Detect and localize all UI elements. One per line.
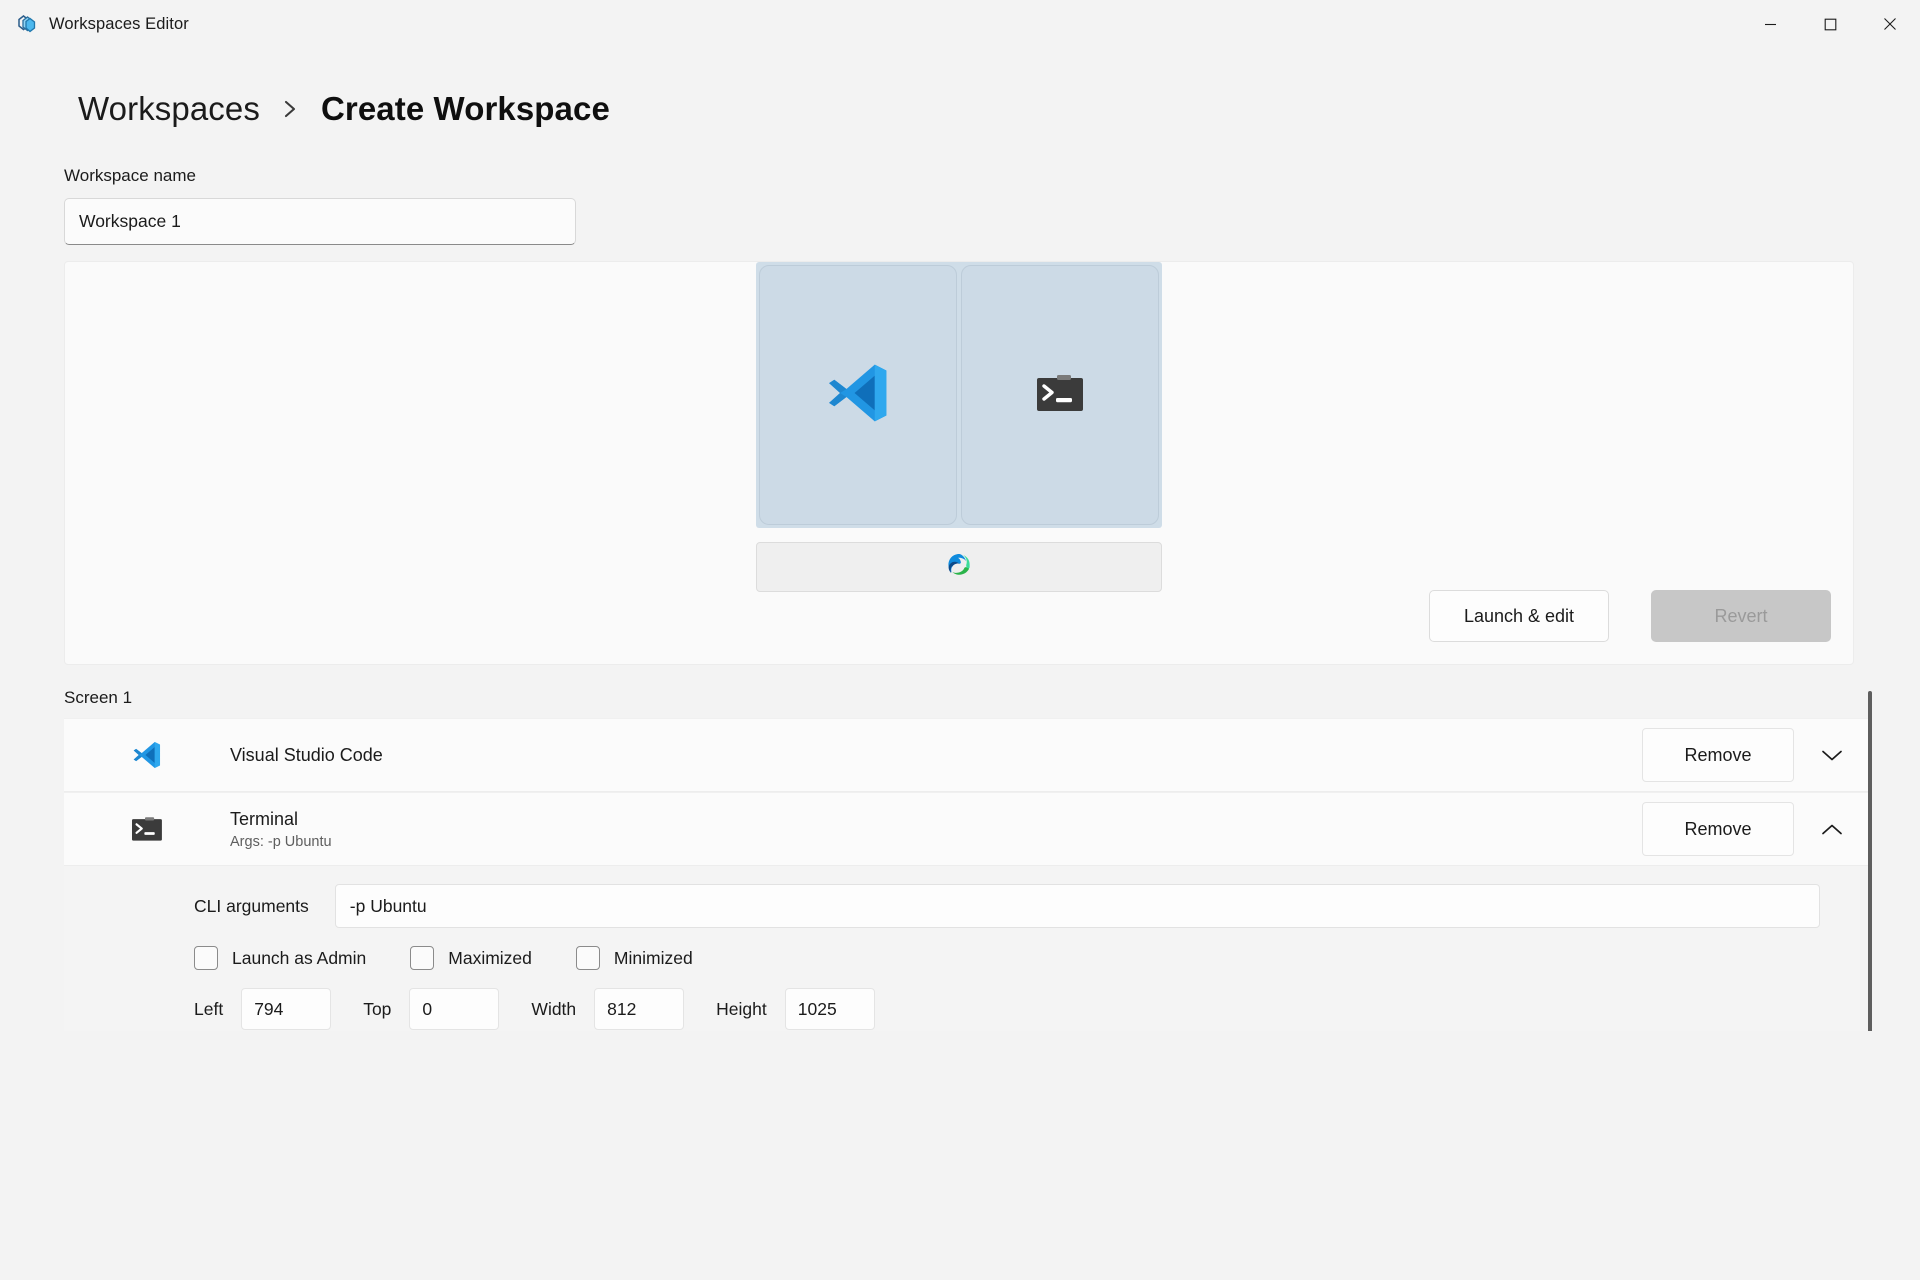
vscode-icon [130,738,164,772]
page-title: Create Workspace [320,90,610,127]
checkbox-1[interactable] [410,946,435,970]
terminal-icon [130,812,164,846]
workspace-name-field-wrap [0,186,1920,245]
checkbox-label: Maximized [448,947,532,968]
position-input[interactable] [784,988,875,1030]
edge-icon [946,552,972,583]
app-title: Terminal [230,809,299,830]
position-label: Top [363,998,392,1019]
position-input[interactable] [409,988,500,1030]
remove-button[interactable]: Remove [1642,802,1794,856]
checkbox-2[interactable] [575,946,600,970]
breadcrumb-root-link[interactable]: Workspaces [78,90,260,128]
preview-windows-row [756,262,1162,528]
position-input[interactable] [594,988,685,1030]
checkbox-group[interactable]: Minimized [575,946,693,970]
app-list-area: Screen 1 Visual Studio Code Remove Terminal… [0,683,1920,1031]
cli-arguments-row: CLI arguments [64,884,1870,928]
app-text: Terminal Args: -p Ubuntu [230,808,332,850]
remove-button[interactable]: Remove [1642,728,1794,782]
preview-tile-vscode[interactable] [759,265,957,525]
checkbox-label: Launch as Admin [232,947,367,968]
position-input[interactable] [241,988,332,1030]
app-row[interactable]: Visual Studio Code Remove [64,718,1870,792]
app-row[interactable]: Terminal Args: -p Ubuntu Remove [64,792,1870,866]
app-title: Visual Studio Code [230,744,383,765]
position-field-group: Left [194,988,332,1030]
position-label: Width [531,998,577,1019]
preview-actions: Launch & edit Revert [1429,590,1831,642]
window-controls [1740,0,1920,48]
app-sections: Screen 1 Visual Studio Code Remove Terminal… [0,683,1920,1031]
app-text: Visual Studio Code [230,744,383,767]
position-field-group: Width [531,988,685,1030]
maximize-button[interactable] [1800,0,1860,48]
position-field-group: Top [363,988,500,1030]
position-label: Height [716,998,767,1019]
workspaces-icon [16,13,38,35]
position-field-group: Height [716,988,875,1030]
workspace-preview-panel: Launch & edit Revert [64,261,1854,665]
workspace-name-input[interactable] [64,198,576,245]
launch-and-edit-button[interactable]: Launch & edit [1429,590,1609,642]
preview-tile-terminal[interactable] [961,265,1159,525]
app-args: Args: -p Ubuntu [230,833,332,850]
revert-button[interactable]: Revert [1651,590,1831,642]
title-bar-left: Workspaces Editor [0,13,189,35]
checkbox-group[interactable]: Launch as Admin [194,946,366,970]
chevron-up-icon[interactable] [1794,802,1870,856]
position-label: Left [194,998,224,1019]
title-bar: Workspaces Editor [0,0,1920,48]
checkbox-label: Minimized [613,947,693,968]
checkbox-0[interactable] [194,946,218,970]
breadcrumb: Workspaces Create Workspace [0,48,1920,128]
close-button[interactable] [1860,0,1920,48]
chevron-right-icon [282,95,299,123]
window-title: Workspaces Editor [49,14,189,33]
app-detail-panel: CLI arguments Launch as Admin Maximized Min… [64,866,1870,1031]
chevron-down-icon[interactable] [1794,728,1870,782]
preview-taskbar [756,542,1162,592]
vscode-icon [821,356,895,435]
section-label: Screen 1 [0,683,1920,718]
minimize-button[interactable] [1740,0,1800,48]
position-row: Left Top Width Height [64,988,1870,1030]
cli-arguments-label: CLI arguments [194,895,309,916]
app-list-scrollbar[interactable] [1868,691,1872,1031]
terminal-icon [1037,374,1083,416]
cli-arguments-input[interactable] [334,884,1820,928]
checkbox-group[interactable]: Maximized [410,946,532,970]
monitor-preview [756,262,1162,592]
workspace-name-label: Workspace name [64,166,196,185]
launch-options-row: Launch as Admin Maximized Minimized [64,946,1870,970]
